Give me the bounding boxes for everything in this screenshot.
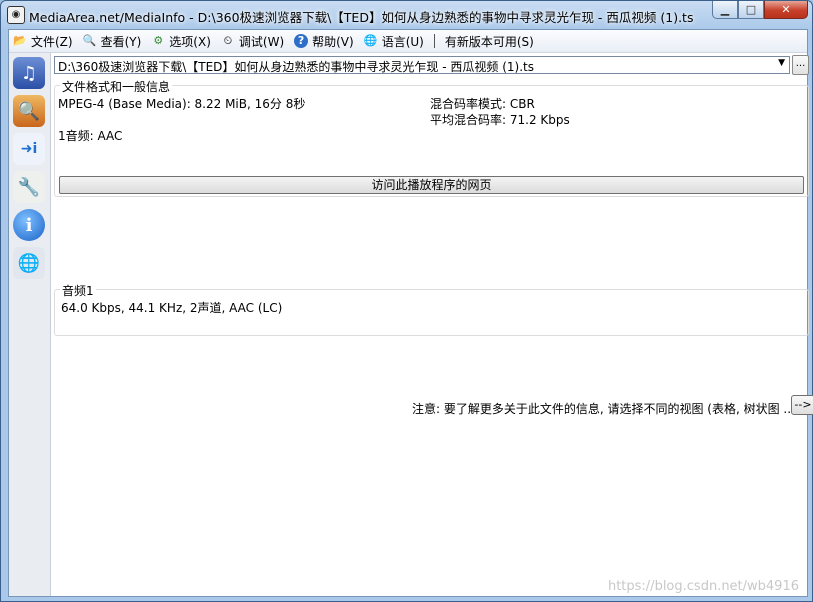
audio-count-line: 1音频: AAC (58, 129, 123, 143)
audio-details: 64.0 Kbps, 44.1 KHz, 2声道, AAC (LC) (61, 301, 283, 315)
menu-debug-label: 调试(W) (238, 34, 285, 49)
file-selector-value: D:\360极速浏览器下载\【TED】如何从身边熟悉的事物中寻求灵光乍现 - 西… (58, 60, 534, 74)
overall-bitrate-line: 平均混合码率: 71.2 Kbps (430, 113, 570, 127)
file-menu-icon: 📂 (13, 34, 27, 47)
about-icon[interactable]: i (13, 209, 45, 241)
menu-view[interactable]: 🔍 查看(Y) (79, 30, 148, 52)
change-view-button[interactable]: --> (791, 395, 813, 415)
browse-button[interactable]: ... (792, 55, 809, 75)
audio-group: 音频1 64.0 Kbps, 44.1 KHz, 2声道, AAC (LC) (54, 282, 809, 336)
menu-file-label: 文件(Z) (31, 34, 73, 49)
open-folder-icon[interactable]: 🔍 (13, 95, 45, 127)
menu-options[interactable]: ⚙ 选项(X) (147, 30, 217, 52)
sidebar: ♫ 🔍 ➜i 🔧 i 🌐 (9, 53, 51, 596)
menu-help-label: 帮助(V) (312, 34, 354, 49)
main-window: ◉ MediaArea.net/MediaInfo - D:\360极速浏览器下… (0, 0, 813, 602)
options-menu-icon: ⚙ (153, 34, 164, 47)
open-file-icon[interactable]: ♫ (13, 57, 45, 89)
menu-options-label: 选项(X) (169, 34, 211, 49)
menu-debug[interactable]: ⏲ 调试(W) (217, 30, 290, 52)
maximize-button[interactable]: □ (738, 1, 764, 19)
visit-website-button[interactable]: 访问此播放程序的网页 (59, 176, 804, 194)
minimize-button[interactable]: ▁ (712, 1, 738, 19)
menu-language-label: 语言(U) (381, 34, 424, 49)
general-info-group: 文件格式和一般信息 MPEG-4 (Base Media): 8.22 MiB,… (54, 78, 809, 197)
menu-separator (433, 34, 435, 48)
bitrate-mode-line: 混合码率模式: CBR (430, 97, 535, 111)
language-menu-icon: 🌐 (363, 34, 378, 47)
format-line: MPEG-4 (Base Media): 8.22 MiB, 16分 8秒 (58, 97, 306, 111)
title-bar[interactable]: ◉ MediaArea.net/MediaInfo - D:\360极速浏览器下… (1, 1, 812, 29)
menu-bar: 📂 文件(Z) 🔍 查看(Y) ⚙ 选项(X) ⏲ 调试(W) ? 帮助(V) … (9, 30, 807, 53)
main-panel: D:\360极速浏览器下载\【TED】如何从身边熟悉的事物中寻求灵光乍现 - 西… (51, 53, 813, 596)
mediainfo-app-icon[interactable]: ◉ (7, 6, 25, 24)
general-info-title: 文件格式和一般信息 (60, 78, 173, 95)
menu-new-version[interactable]: 有新版本可用(S) (441, 30, 540, 52)
web-icon[interactable]: 🌐 (13, 247, 45, 279)
menu-file[interactable]: 📂 文件(Z) (9, 30, 79, 52)
export-icon[interactable]: ➜i (13, 133, 45, 165)
debug-menu-icon: ⏲ (223, 34, 233, 47)
help-menu-icon: ? (294, 34, 309, 48)
caption-buttons: ▁ □ ✕ (712, 1, 808, 21)
view-menu-icon: 🔍 (82, 34, 97, 47)
file-selector[interactable]: D:\360极速浏览器下载\【TED】如何从身边熟悉的事物中寻求灵光乍现 - 西… (54, 56, 790, 74)
window-title: MediaArea.net/MediaInfo - D:\360极速浏览器下载\… (29, 10, 694, 25)
audio-title: 音频1 (60, 282, 96, 299)
client-area: 📂 文件(Z) 🔍 查看(Y) ⚙ 选项(X) ⏲ 调试(W) ? 帮助(V) … (8, 29, 813, 597)
menu-help[interactable]: ? 帮助(V) (290, 30, 360, 52)
menu-language[interactable]: 🌐 语言(U) (360, 30, 430, 52)
view-note: 注意: 要了解更多关于此文件的信息, 请选择不同的视图 (表格, 树状图 ...… (412, 402, 800, 416)
chevron-down-icon[interactable]: ▼ (778, 58, 785, 68)
menu-view-label: 查看(Y) (100, 34, 142, 49)
watermark: https://blog.csdn.net/wb4916 (607, 579, 799, 594)
close-button[interactable]: ✕ (764, 1, 808, 19)
preferences-icon[interactable]: 🔧 (13, 171, 45, 203)
